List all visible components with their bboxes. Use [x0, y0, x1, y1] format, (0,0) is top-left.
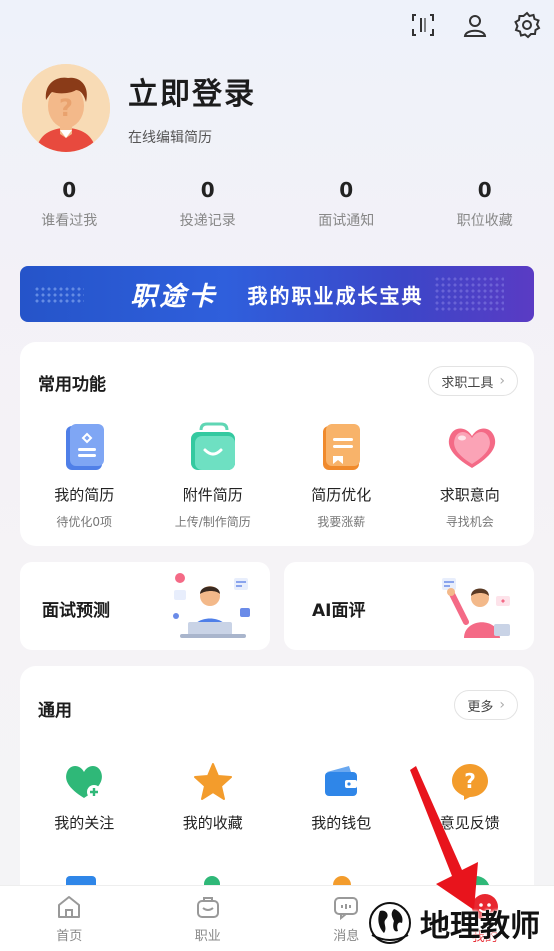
stat-viewed-me[interactable]: 0 谁看过我 — [0, 178, 139, 230]
nav-career[interactable]: 职业 — [139, 886, 278, 951]
job-intention-item[interactable]: 求职意向 寻找机会 — [406, 422, 535, 530]
login-subtitle: 在线编辑简历 — [128, 130, 212, 146]
banner-decoration — [34, 286, 84, 304]
ai-review-illustration — [434, 572, 520, 646]
my-wallet-item[interactable]: 我的钱包 — [277, 762, 406, 833]
stat-value: 0 — [62, 178, 77, 202]
help-icon: ? — [450, 762, 490, 802]
stat-label: 面试通知 — [318, 213, 375, 229]
wallet-icon — [321, 762, 361, 802]
interview-prediction-title: 面试预测 — [42, 601, 110, 621]
message-icon — [334, 897, 359, 921]
common-functions-title: 常用功能 — [38, 375, 106, 395]
globe-logo-icon — [369, 902, 411, 944]
scan-icon[interactable] — [408, 10, 438, 40]
stat-applications[interactable]: 0 投递记录 — [139, 178, 278, 230]
banner-decoration — [434, 276, 504, 312]
top-action-bar — [408, 10, 542, 40]
item-label: 简历优化 — [311, 486, 372, 504]
my-resume-item[interactable]: 我的简历 待优化0项 — [20, 422, 149, 530]
item-label: 意见反馈 — [439, 814, 500, 832]
settings-icon[interactable] — [512, 10, 542, 40]
item-sublabel: 寻找机会 — [445, 515, 494, 529]
banner-title: 职途卡 — [130, 281, 218, 312]
job-intention-icon — [444, 422, 496, 474]
item-sublabel: 上传/制作简历 — [174, 515, 251, 529]
item-sublabel: 我要涨薪 — [317, 515, 366, 529]
watermark: 地理教师 — [366, 899, 540, 947]
ai-review-title: AI面评 — [312, 601, 366, 621]
general-card: 通用 更多 › 我的关注 我的收藏 我的钱包 ? 意见反馈 — [20, 666, 534, 916]
general-title: 通用 — [38, 701, 72, 721]
more-button[interactable]: 更多 › — [454, 690, 518, 720]
item-label: 附件简历 — [182, 486, 243, 504]
feedback-item[interactable]: ? 意见反馈 — [406, 762, 535, 833]
stat-label: 职位收藏 — [456, 213, 513, 229]
interview-illustration — [170, 572, 256, 646]
watermark-text: 地理教师 — [420, 909, 540, 944]
heart-plus-icon — [64, 762, 104, 802]
stat-interviews[interactable]: 0 面试通知 — [277, 178, 416, 230]
chevron-right-icon: › — [499, 373, 505, 389]
chevron-right-icon: › — [499, 697, 505, 713]
svg-text:?: ? — [59, 94, 73, 122]
briefcase-icon — [196, 897, 219, 918]
item-label: 我的收藏 — [182, 814, 243, 832]
login-title[interactable]: 立即登录 — [128, 69, 256, 113]
nav-label: 消息 — [333, 929, 360, 944]
resume-optimize-icon — [315, 422, 367, 474]
more-label: 更多 — [467, 699, 494, 715]
job-tools-label: 求职工具 — [441, 375, 494, 391]
stat-value: 0 — [200, 178, 215, 202]
ai-review-card[interactable]: AI面评 — [284, 562, 534, 650]
my-follows-item[interactable]: 我的关注 — [20, 762, 149, 833]
resume-icon — [58, 422, 110, 474]
item-label: 我的钱包 — [311, 814, 372, 832]
stat-value: 0 — [339, 178, 354, 202]
banner-subtitle: 我的职业成长宝典 — [247, 283, 424, 308]
job-tools-button[interactable]: 求职工具 › — [428, 366, 518, 396]
attachment-resume-item[interactable]: 附件简历 上传/制作简历 — [149, 422, 278, 530]
stat-value: 0 — [477, 178, 492, 202]
svg-text:?: ? — [464, 769, 476, 793]
avatar[interactable]: ? — [22, 64, 110, 152]
item-label: 我的关注 — [54, 814, 115, 832]
nav-label: 首页 — [56, 929, 83, 944]
user-icon[interactable] — [460, 10, 490, 40]
common-functions-card: 常用功能 求职工具 › 我的简历 待优化0项 附件简历 上传/制作简历 简历优化… — [20, 342, 534, 546]
item-label: 求职意向 — [439, 486, 500, 504]
stat-label: 投递记录 — [179, 213, 236, 229]
profile-header[interactable]: ? 立即登录 在线编辑简历 — [22, 64, 256, 152]
home-icon — [58, 896, 81, 918]
my-collections-item[interactable]: 我的收藏 — [149, 762, 278, 833]
star-icon — [193, 762, 233, 802]
item-sublabel: 待优化0项 — [56, 515, 113, 529]
stat-favorites[interactable]: 0 职位收藏 — [416, 178, 554, 230]
interview-prediction-card[interactable]: 面试预测 — [20, 562, 270, 650]
nav-home[interactable]: 首页 — [0, 886, 139, 951]
attachment-resume-icon — [187, 422, 239, 474]
career-card-banner[interactable]: 职途卡 我的职业成长宝典 — [20, 266, 534, 322]
stats-row: 0 谁看过我 0 投递记录 0 面试通知 0 职位收藏 — [0, 178, 554, 230]
stat-label: 谁看过我 — [41, 213, 98, 229]
item-label: 我的简历 — [54, 486, 115, 504]
resume-optimize-item[interactable]: 简历优化 我要涨薪 — [277, 422, 406, 530]
nav-label: 职业 — [194, 929, 221, 944]
